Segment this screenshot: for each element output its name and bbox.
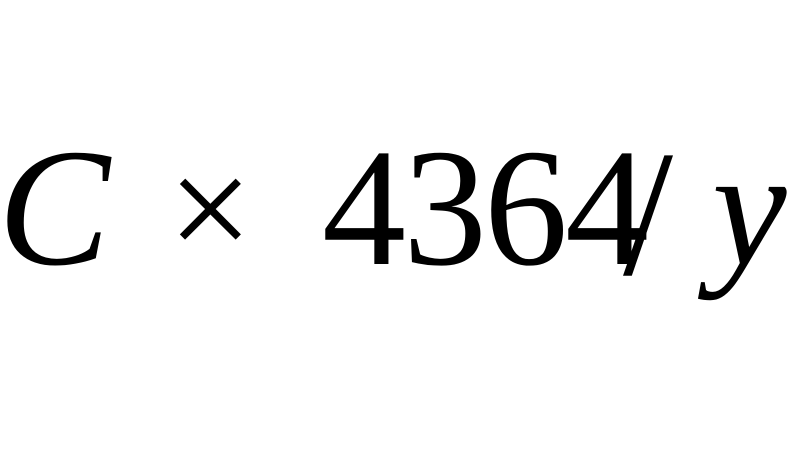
multiply-operator: ×: [168, 126, 253, 292]
variable-c: C: [0, 115, 111, 301]
variable-y: y: [712, 115, 787, 301]
number-constant: 4364: [322, 115, 649, 301]
division-slash: /: [623, 114, 674, 313]
math-expression: C × 4364 / y: [0, 120, 796, 320]
formula-canvas: C × 4364 / y: [0, 0, 796, 450]
